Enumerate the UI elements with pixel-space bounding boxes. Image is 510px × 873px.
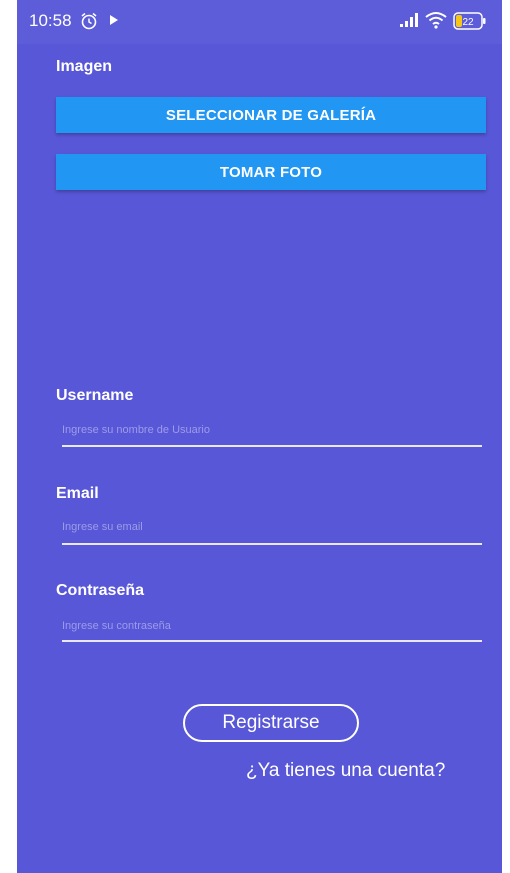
username-input[interactable]	[62, 418, 482, 442]
username-label: Username	[56, 387, 134, 404]
password-label: Contraseña	[56, 582, 145, 599]
password-input[interactable]	[62, 614, 482, 638]
alarm-icon	[79, 11, 99, 36]
password-underline	[62, 640, 482, 642]
select-from-gallery-button[interactable]: SELECCIONAR DE GALERÍA	[56, 97, 486, 133]
battery-icon: 22	[453, 12, 487, 35]
status-bar: 10:58 22	[17, 0, 502, 44]
login-link[interactable]: ¿Ya tienes una cuenta?	[246, 760, 445, 782]
signal-icon	[400, 12, 420, 33]
register-button[interactable]: Registrarse	[183, 704, 359, 742]
status-time: 10:58	[29, 11, 72, 30]
app-screen: 10:58 22 Imagen SELECCIONAR DE GALERÍA T…	[17, 0, 502, 873]
email-label: Email	[56, 485, 99, 502]
image-section-label: Imagen	[56, 58, 113, 75]
take-photo-button[interactable]: TOMAR FOTO	[56, 154, 486, 190]
email-underline	[62, 543, 482, 545]
play-icon	[109, 13, 119, 32]
email-input[interactable]	[62, 515, 482, 539]
battery-level: 22	[462, 17, 474, 28]
wifi-icon	[424, 10, 448, 35]
username-underline	[62, 445, 482, 447]
